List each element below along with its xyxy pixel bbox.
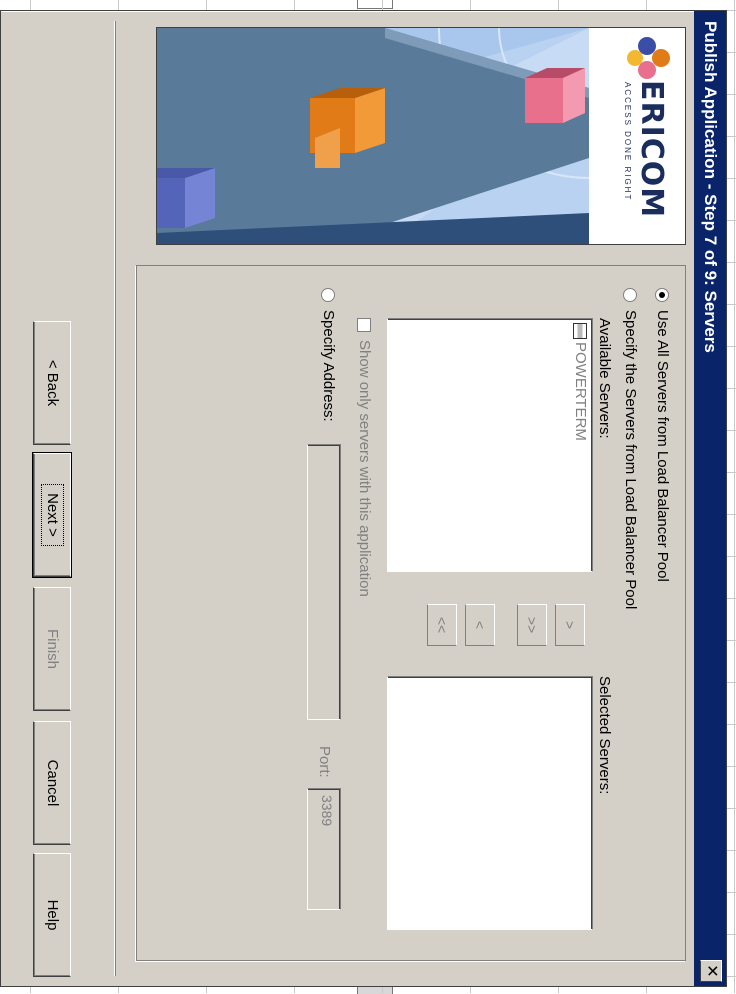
port-label: Port: xyxy=(316,746,333,778)
radio-button-checked[interactable] xyxy=(655,288,670,302)
selected-servers-list[interactable] xyxy=(387,676,593,930)
logo-brand-text: ERICOM xyxy=(634,80,669,219)
radio-use-all-servers[interactable]: Use All Servers from Load Balancer Pool xyxy=(654,288,671,582)
move-left-label: < xyxy=(472,620,488,630)
finish-button-label: Finish xyxy=(44,628,61,669)
next-button[interactable]: Next > xyxy=(32,449,72,581)
radio-specify-address-label: Specify Address: xyxy=(320,310,337,422)
blue-cube xyxy=(157,168,215,228)
move-right-button[interactable]: > xyxy=(555,604,585,646)
server-icon xyxy=(573,323,588,339)
ericom-logo-icon xyxy=(627,37,670,79)
port-value: 3389 xyxy=(319,795,335,827)
move-all-left-label: << xyxy=(434,616,450,634)
show-only-servers-checkbox[interactable] xyxy=(357,318,372,332)
close-button[interactable]: ✕ xyxy=(700,960,722,982)
move-all-right-button[interactable]: >> xyxy=(517,604,547,646)
dialog-title: Publish Application - Step 7 of 9: Serve… xyxy=(701,21,720,353)
radio-button[interactable] xyxy=(321,288,336,302)
ericom-banner: ERICOM ACCESS DONE RIGHT xyxy=(156,27,686,245)
move-right-label: > xyxy=(562,620,578,630)
list-item[interactable]: POWERTERM xyxy=(569,319,592,571)
radio-specify-address[interactable]: Specify Address: xyxy=(320,288,337,422)
logo-tagline: ACCESS DONE RIGHT xyxy=(623,82,632,202)
server-name: POWERTERM xyxy=(572,342,589,441)
selected-servers-label: Selected Servers: xyxy=(596,676,613,795)
move-all-left-button[interactable]: << xyxy=(427,604,457,646)
available-servers-label: Available Servers: xyxy=(596,318,613,439)
grid-line xyxy=(734,0,735,993)
available-servers-list[interactable]: POWERTERM xyxy=(387,318,593,572)
servers-groupbox: Use All Servers from Load Balancer Pool … xyxy=(136,265,686,961)
background-column-marker xyxy=(357,0,393,9)
next-button-label: Next > xyxy=(41,484,64,546)
address-input[interactable] xyxy=(307,444,341,720)
cancel-button[interactable]: Cancel xyxy=(33,721,71,845)
help-button-label: Help xyxy=(44,899,61,931)
show-only-servers-label: Show only servers with this application xyxy=(356,340,373,597)
move-all-right-label: >> xyxy=(524,616,540,634)
finish-button[interactable]: Finish xyxy=(33,587,71,711)
dialog-separator xyxy=(114,21,116,976)
port-input[interactable]: 3389 xyxy=(307,788,341,910)
radio-use-all-label: Use All Servers from Load Balancer Pool xyxy=(654,310,671,582)
move-left-button[interactable]: < xyxy=(465,604,495,646)
back-button-label: < Back xyxy=(44,359,61,407)
pink-cube xyxy=(525,68,585,123)
radio-specify-label: Specify the Servers from Load Balancer P… xyxy=(622,310,639,610)
publish-application-dialog: Publish Application - Step 7 of 9: Serve… xyxy=(0,10,727,987)
radio-button[interactable] xyxy=(623,288,638,302)
close-icon: ✕ xyxy=(703,964,720,978)
show-only-servers-checkbox-row[interactable]: Show only servers with this application xyxy=(356,318,373,597)
dialog-titlebar: Publish Application - Step 7 of 9: Serve… xyxy=(694,11,726,986)
back-button[interactable]: < Back xyxy=(33,321,71,445)
ericom-logo: ERICOM ACCESS DONE RIGHT xyxy=(589,28,685,245)
cancel-button-label: Cancel xyxy=(44,759,61,807)
help-button[interactable]: Help xyxy=(33,853,71,977)
radio-specify-servers[interactable]: Specify the Servers from Load Balancer P… xyxy=(622,288,639,609)
